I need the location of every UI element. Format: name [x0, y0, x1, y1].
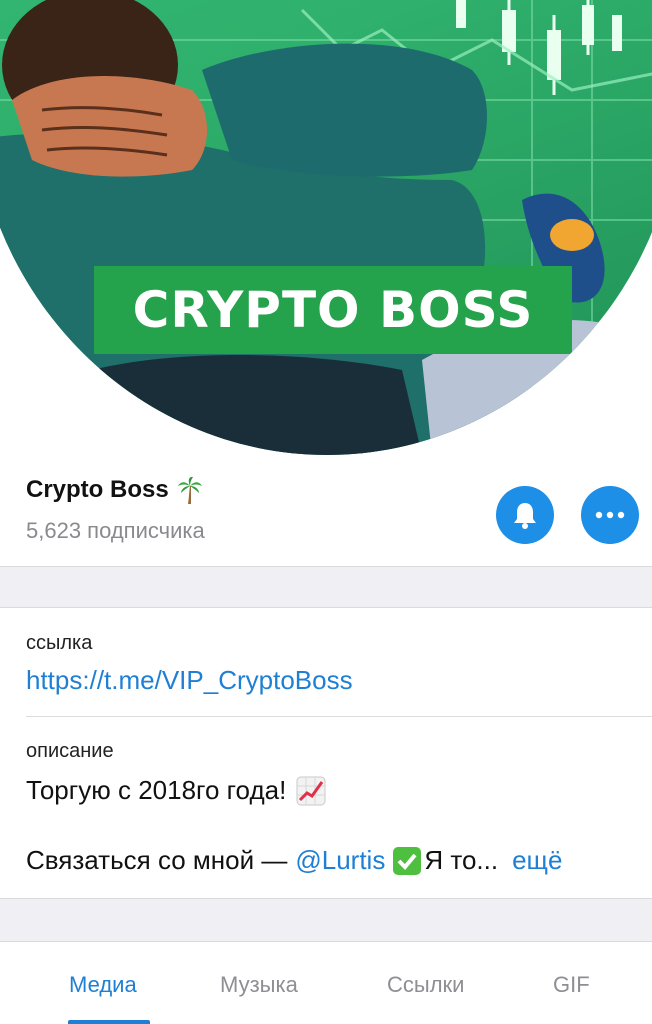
- channel-avatar[interactable]: CRYPTO BOSS: [0, 0, 652, 455]
- channel-title-row: Crypto Boss: [26, 476, 203, 504]
- section-separator: [0, 566, 652, 608]
- description-contact-text: Связаться со мной —: [26, 845, 288, 875]
- link-label: ссылка: [26, 632, 93, 654]
- media-tabs: Медиа Музыка Ссылки GIF: [0, 942, 652, 1024]
- show-more-link[interactable]: ещё: [512, 845, 562, 876]
- bell-icon: [514, 503, 536, 529]
- notifications-button[interactable]: [496, 486, 554, 544]
- description-contact-line: Связаться со мной — @Lurtis Я то... ещё: [26, 845, 562, 876]
- description-text: Торгую с 2018го года!: [26, 775, 287, 805]
- description-line: Торгую с 2018го года!: [26, 775, 326, 806]
- section-separator: [0, 898, 652, 942]
- palm-tree-icon: [177, 476, 202, 504]
- avatar-banner: CRYPTO BOSS: [94, 266, 572, 354]
- row-divider: [26, 716, 652, 717]
- active-tab-indicator: [68, 1020, 150, 1024]
- tab-gif[interactable]: GIF: [553, 972, 590, 998]
- tab-music[interactable]: Музыка: [220, 972, 298, 998]
- tab-media[interactable]: Медиа: [69, 972, 137, 998]
- more-dots-icon: [595, 511, 625, 519]
- mention-link[interactable]: @Lurtis: [295, 845, 385, 876]
- subscriber-count: 5,623 подписчика: [26, 518, 205, 543]
- chart-increasing-icon: [296, 776, 326, 805]
- channel-name: Crypto Boss: [26, 476, 169, 503]
- avatar-illustration: [0, 0, 652, 455]
- tab-links[interactable]: Ссылки: [387, 972, 464, 998]
- check-mark-icon: [393, 846, 422, 875]
- channel-link[interactable]: https://t.me/VIP_CryptoBoss: [26, 665, 353, 696]
- more-options-button[interactable]: [581, 486, 639, 544]
- description-label: описание: [26, 740, 114, 762]
- description-truncated-text: Я то...: [424, 845, 499, 875]
